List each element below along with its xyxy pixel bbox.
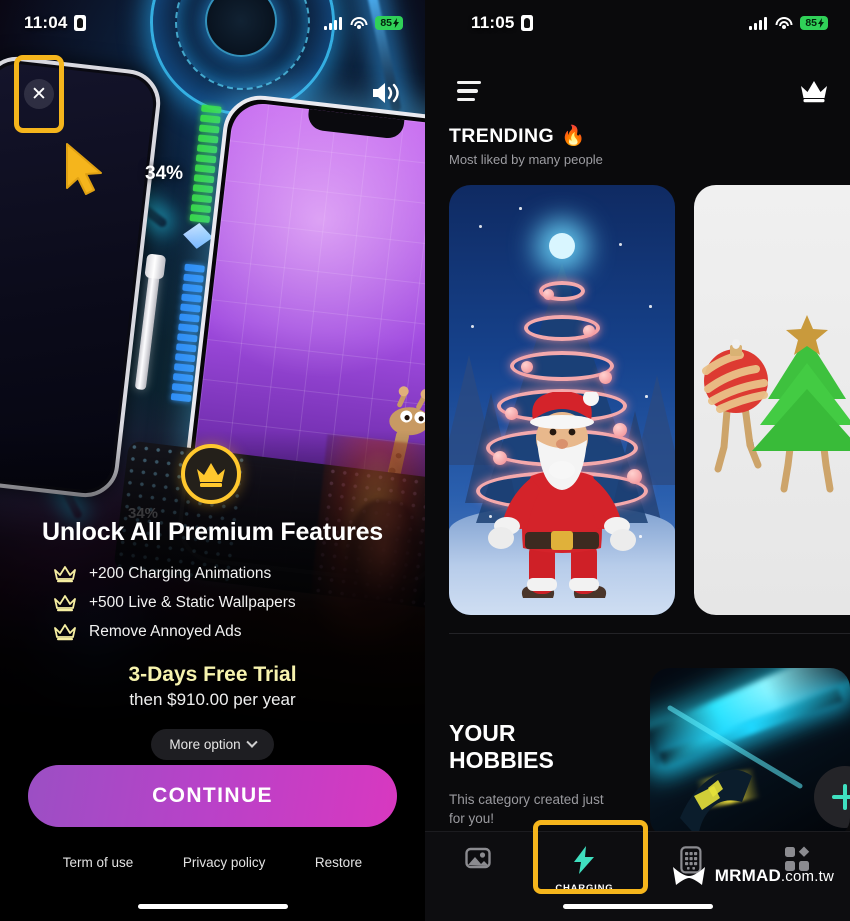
wifi-icon xyxy=(775,16,793,30)
restore-link[interactable]: Restore xyxy=(315,855,362,870)
speaker-volume-icon[interactable] xyxy=(371,80,401,106)
battery-level: 85 xyxy=(380,16,392,29)
page-title: Unlock All Premium Features xyxy=(42,518,383,546)
terms-link[interactable]: Term of use xyxy=(63,855,134,870)
screenshot-root: 34% 11:04 85 ✕ Unlock All Premium Featur… xyxy=(0,0,850,921)
section-title: TRENDING 🔥 xyxy=(449,124,603,148)
battery-level: 85 xyxy=(805,16,817,29)
feature-label: +200 Charging Animations xyxy=(89,565,272,582)
screen-recording-icon xyxy=(73,15,86,31)
hobbies-section-header: YOUR HOBBIES This category created just … xyxy=(449,720,604,828)
tab-charging[interactable]: CHARGING xyxy=(531,846,637,894)
hobbies-title-line2: HOBBIES xyxy=(449,746,554,773)
chevron-down-icon xyxy=(245,736,258,748)
hobbies-title: YOUR HOBBIES xyxy=(449,720,604,773)
wallpaper-card-ornaments[interactable] xyxy=(694,185,850,615)
left-status-bar: 11:04 85 xyxy=(0,0,425,46)
wifi-icon xyxy=(350,16,368,30)
wallpaper-image-icon xyxy=(465,847,491,869)
section-divider xyxy=(449,633,850,634)
hobbies-subtitle: This category created just for you! xyxy=(449,792,604,826)
app-header xyxy=(425,70,850,112)
feature-item: +200 Charging Animations xyxy=(54,565,271,583)
hobbies-title-line1: YOUR xyxy=(449,720,516,746)
tab-label: CHARGING xyxy=(555,883,614,894)
santa-character xyxy=(488,392,636,598)
trending-section-header: TRENDING 🔥 Most liked by many people xyxy=(449,124,603,168)
charging-bolt-icon xyxy=(393,18,399,28)
left-phone-screen: 34% 11:04 85 ✕ Unlock All Premium Featur… xyxy=(0,0,425,921)
charging-bolt-icon xyxy=(818,18,824,28)
wallpaper-card-santa[interactable] xyxy=(449,185,675,615)
watermark-brand: MRMAD xyxy=(714,866,781,885)
trial-headline: 3-Days Free Trial xyxy=(128,663,297,686)
section-title-text: TRENDING xyxy=(449,124,555,147)
status-time: 11:05 xyxy=(471,13,515,32)
home-indicator xyxy=(562,904,713,909)
feature-item: +500 Live & Static Wallpapers xyxy=(54,594,296,612)
continue-button[interactable]: CONTINUE xyxy=(28,765,397,827)
watermark-domain: .com.tw xyxy=(780,868,834,885)
close-button-highlight-group: ✕ xyxy=(14,55,64,133)
paywall-content: Unlock All Premium Features +200 Chargin… xyxy=(0,518,425,760)
mrmad-logo-icon xyxy=(672,867,705,885)
cellular-bars-icon xyxy=(324,16,343,30)
crown-icon xyxy=(54,594,76,611)
feature-label: +500 Live & Static Wallpapers xyxy=(89,594,296,611)
cellular-bars-icon xyxy=(749,16,768,30)
hamburger-menu-icon[interactable] xyxy=(457,80,481,102)
more-option-button[interactable]: More option xyxy=(151,729,274,760)
home-indicator xyxy=(137,904,288,909)
privacy-link[interactable]: Privacy policy xyxy=(183,855,266,870)
feature-item: Remove Annoyed Ads xyxy=(54,623,242,641)
crown-icon xyxy=(54,565,76,582)
section-subtitle: Most liked by many people xyxy=(449,152,603,167)
crown-icon[interactable] xyxy=(800,79,828,103)
trending-card-list[interactable] xyxy=(449,185,850,615)
fire-emoji-icon: 🔥 xyxy=(561,125,586,147)
tree-star-icon xyxy=(549,233,575,259)
close-button[interactable]: ✕ xyxy=(24,79,54,109)
crown-badge-icon xyxy=(197,463,225,487)
battery-status-badge: 85 xyxy=(800,16,828,30)
charging-percent-label: 34% xyxy=(145,163,184,184)
feature-label: Remove Annoyed Ads xyxy=(89,623,242,640)
close-icon: ✕ xyxy=(31,83,47,105)
legal-links: Term of use Privacy policy Restore xyxy=(0,855,425,870)
status-time: 11:04 xyxy=(24,13,68,32)
ornament-characters xyxy=(702,315,850,493)
battery-status-badge: 85 xyxy=(375,16,403,30)
right-status-bar: 11:05 85 xyxy=(425,0,850,46)
premium-crown-badge xyxy=(181,444,241,504)
pointer-cursor-icon xyxy=(66,143,102,195)
annotation-highlight-box: ✕ xyxy=(14,55,64,133)
plus-icon xyxy=(832,784,850,810)
feature-list: +200 Charging Animations +500 Live & Sta… xyxy=(0,565,425,641)
more-option-label: More option xyxy=(169,737,241,752)
price-text: then $910.00 per year xyxy=(129,690,296,709)
charging-bolt-icon xyxy=(574,846,595,874)
screen-recording-icon xyxy=(520,15,533,31)
tab-wallpapers[interactable] xyxy=(425,846,531,879)
hobbies-wallpaper-card[interactable] xyxy=(650,668,850,838)
watermark: MRMAD.com.tw xyxy=(672,863,834,889)
crown-icon xyxy=(54,623,76,640)
right-phone-screen: 11:05 85 TRENDING 🔥 Most liked by many p… xyxy=(425,0,850,921)
watermark-text: MRMAD.com.tw xyxy=(715,866,834,886)
